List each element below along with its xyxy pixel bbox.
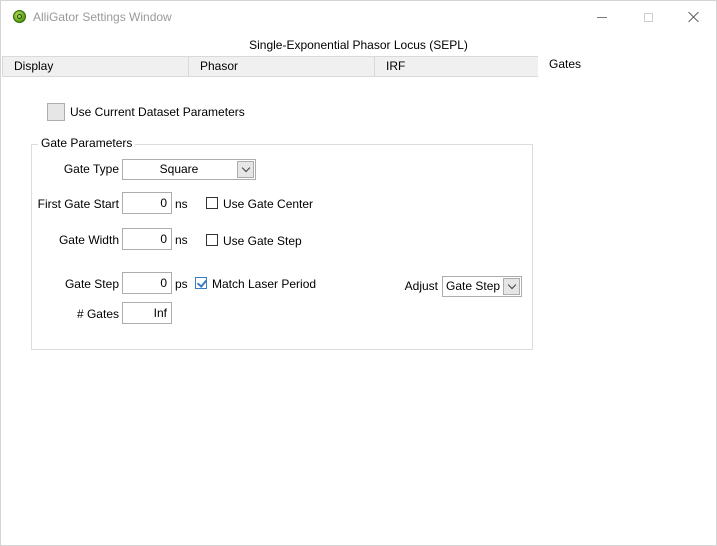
gate-type-label: Gate Type — [63, 162, 119, 176]
gate-type-dropdown-button[interactable] — [237, 161, 254, 178]
gate-width-input[interactable] — [122, 228, 172, 250]
alligator-app-icon — [13, 10, 26, 23]
adjust-label: Adjust — [404, 279, 438, 293]
minimize-button[interactable] — [579, 1, 625, 33]
chevron-down-icon — [241, 163, 250, 173]
tab-irf[interactable]: IRF — [374, 56, 539, 77]
use-gate-center-label: Use Gate Center — [223, 197, 314, 211]
close-icon — [688, 11, 700, 23]
tab-bar: Display Phasor IRF Gates — [1, 54, 716, 78]
match-laser-period-label: Match Laser Period — [212, 277, 317, 291]
section-header: Single-Exponential Phasor Locus (SEPL) — [249, 38, 468, 52]
minimize-icon — [597, 16, 607, 18]
gate-step-input[interactable] — [122, 272, 172, 294]
maximize-icon — [643, 12, 653, 22]
match-laser-period-checkbox[interactable] — [195, 277, 207, 289]
gate-step-unit: ps — [175, 277, 188, 291]
gate-step-label: Gate Step — [64, 277, 119, 291]
use-gate-center-checkbox[interactable] — [206, 197, 218, 209]
chevron-down-icon — [507, 280, 516, 290]
window-title: AlliGator Settings Window — [33, 10, 172, 24]
gate-type-value: Square — [159, 162, 199, 176]
use-current-dataset-label: Use Current Dataset Parameters — [70, 105, 245, 119]
first-gate-start-unit: ns — [175, 197, 188, 211]
tab-display[interactable]: Display — [2, 56, 189, 77]
gate-width-label: Gate Width — [58, 233, 119, 247]
adjust-value: Gate Step — [446, 279, 501, 293]
num-gates-input[interactable] — [122, 302, 172, 324]
use-current-dataset-checkbox[interactable] — [47, 103, 65, 121]
title-bar[interactable]: AlliGator Settings Window — [1, 1, 716, 33]
tab-phasor[interactable]: Phasor — [188, 56, 375, 77]
adjust-dropdown-button[interactable] — [503, 278, 520, 295]
first-gate-start-input[interactable] — [122, 192, 172, 214]
tab-gates[interactable]: Gates — [538, 54, 716, 78]
close-button[interactable] — [671, 1, 717, 33]
adjust-select[interactable]: Gate Step — [442, 276, 522, 297]
gate-width-unit: ns — [175, 233, 188, 247]
use-gate-step-label: Use Gate Step — [223, 234, 302, 248]
use-gate-step-checkbox[interactable] — [206, 234, 218, 246]
num-gates-label: # Gates — [76, 307, 119, 321]
gate-parameters-title: Gate Parameters — [38, 136, 136, 150]
maximize-button[interactable] — [625, 1, 671, 33]
settings-window: AlliGator Settings Window Single-Exponen… — [0, 0, 717, 546]
first-gate-start-label: First Gate Start — [37, 197, 119, 211]
gate-type-select[interactable]: Square — [122, 159, 256, 180]
